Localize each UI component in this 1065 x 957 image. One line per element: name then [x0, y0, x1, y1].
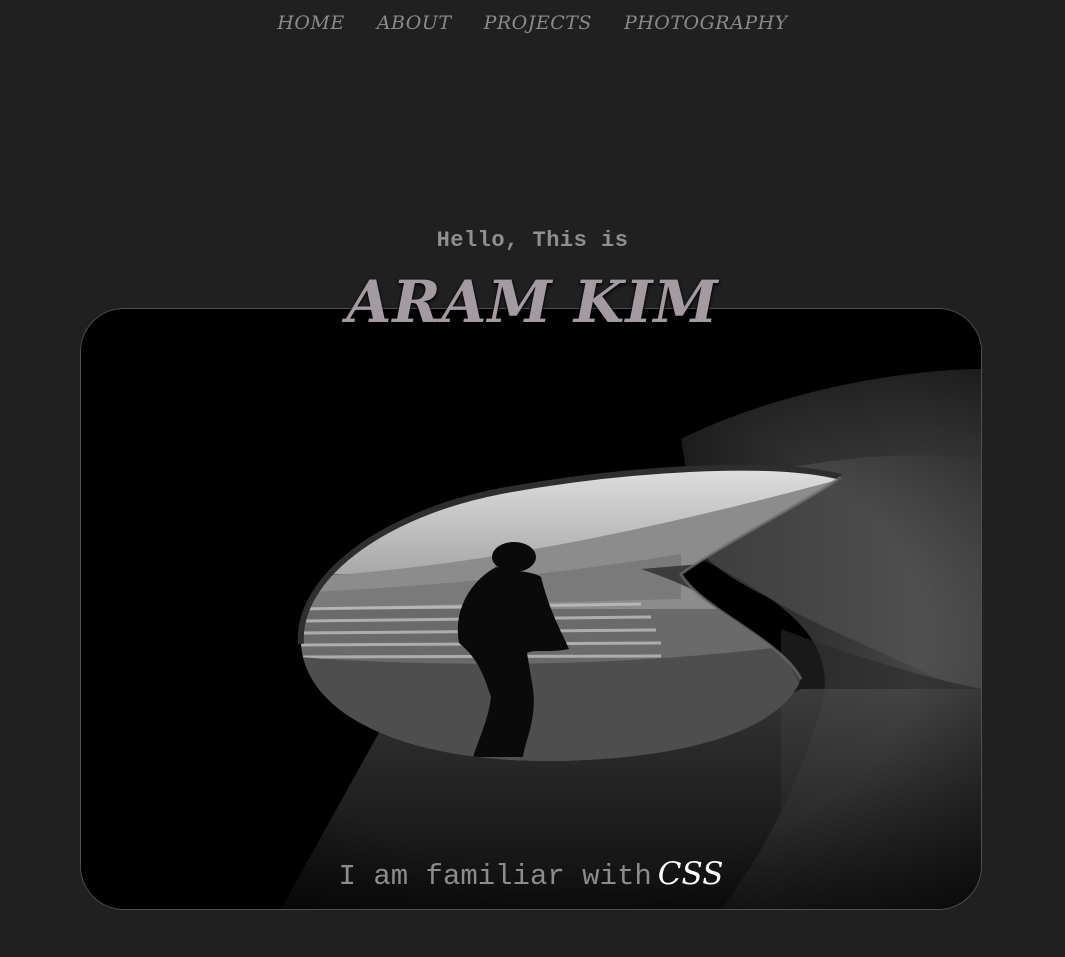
- nav-item-home[interactable]: HOME: [277, 12, 344, 34]
- tunnel-photo: [81, 309, 981, 909]
- nav-item-about[interactable]: ABOUT: [377, 12, 452, 34]
- hero-photo-card: I am familiar with CSS: [80, 308, 982, 910]
- hero-greeting: Hello, This is: [436, 228, 629, 253]
- main-nav: HOME ABOUT PROJECTS PHOTOGRAPHY: [0, 12, 1065, 34]
- nav-item-projects[interactable]: PROJECTS: [484, 12, 592, 34]
- familiar-line: I am familiar with CSS: [81, 856, 981, 893]
- familiar-prefix: I am familiar with: [338, 860, 652, 893]
- hero-name: ARAM KIM: [346, 268, 719, 336]
- nav-item-photography[interactable]: PHOTOGRAPHY: [624, 12, 788, 34]
- familiar-skill: CSS: [657, 856, 724, 892]
